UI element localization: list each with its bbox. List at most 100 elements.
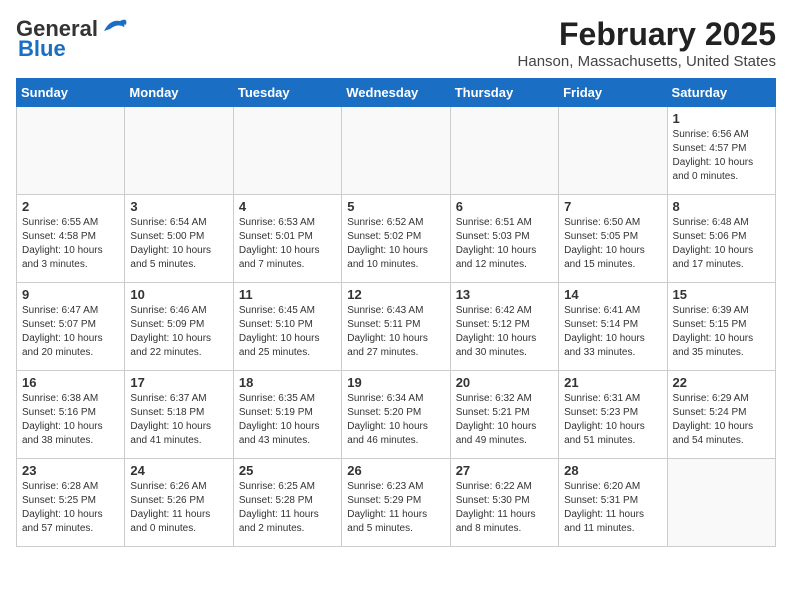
table-row: 8 Sunrise: 6:48 AM Sunset: 5:06 PM Daylig… [667, 195, 775, 283]
day-info: Sunrise: 6:32 AM Sunset: 5:21 PM Dayligh… [456, 392, 553, 448]
day-number: 21 [564, 375, 661, 390]
day-number: 5 [347, 199, 444, 214]
table-row: 4 Sunrise: 6:53 AM Sunset: 5:01 PM Daylig… [233, 195, 341, 283]
day-info: Sunrise: 6:46 AM Sunset: 5:09 PM Dayligh… [130, 304, 227, 360]
table-row: 25Sunrise: 6:25 AM Sunset: 5:28 PM Dayli… [233, 459, 341, 547]
calendar-week-row: 2 Sunrise: 6:55 AM Sunset: 4:58 PM Daylig… [17, 195, 776, 283]
calendar-week-row: 16 Sunrise: 6:38 AM Sunset: 5:16 PM Dayli… [17, 371, 776, 459]
day-number: 3 [130, 199, 227, 214]
day-number: 2 [22, 199, 119, 214]
table-row: 9Sunrise: 6:47 AM Sunset: 5:07 PM Daylig… [17, 283, 125, 371]
day-info: Sunrise: 6:51 AM Sunset: 5:03 PM Dayligh… [456, 216, 553, 272]
day-info: Sunrise: 6:53 AM Sunset: 5:01 PM Dayligh… [239, 216, 336, 272]
day-number: 23 [22, 463, 119, 478]
day-info: Sunrise: 6:43 AM Sunset: 5:11 PM Dayligh… [347, 304, 444, 360]
day-info: Sunrise: 6:22 AM Sunset: 5:30 PM Dayligh… [456, 480, 553, 536]
day-info: Sunrise: 6:41 AM Sunset: 5:14 PM Dayligh… [564, 304, 661, 360]
day-info: Sunrise: 6:50 AM Sunset: 5:05 PM Dayligh… [564, 216, 661, 272]
table-row: 11Sunrise: 6:45 AM Sunset: 5:10 PM Dayli… [233, 283, 341, 371]
day-info: Sunrise: 6:29 AM Sunset: 5:24 PM Dayligh… [673, 392, 770, 448]
table-row [342, 107, 450, 195]
table-row [559, 107, 667, 195]
day-number: 25 [239, 463, 336, 478]
day-info: Sunrise: 6:31 AM Sunset: 5:23 PM Dayligh… [564, 392, 661, 448]
table-row: 12 Sunrise: 6:43 AM Sunset: 5:11 PM Dayli… [342, 283, 450, 371]
day-info: Sunrise: 6:38 AM Sunset: 5:16 PM Dayligh… [22, 392, 119, 448]
day-info: Sunrise: 6:37 AM Sunset: 5:18 PM Dayligh… [130, 392, 227, 448]
table-row: 23 Sunrise: 6:28 AM Sunset: 5:25 PM Dayli… [17, 459, 125, 547]
day-info: Sunrise: 6:52 AM Sunset: 5:02 PM Dayligh… [347, 216, 444, 272]
table-row [233, 107, 341, 195]
table-row: 6 Sunrise: 6:51 AM Sunset: 5:03 PM Daylig… [450, 195, 558, 283]
calendar-week-row: 23 Sunrise: 6:28 AM Sunset: 5:25 PM Dayli… [17, 459, 776, 547]
calendar-table: Sunday Monday Tuesday Wednesday Thursday… [16, 78, 776, 547]
table-row: 16 Sunrise: 6:38 AM Sunset: 5:16 PM Dayli… [17, 371, 125, 459]
table-row [125, 107, 233, 195]
col-saturday: Saturday [667, 79, 775, 107]
col-tuesday: Tuesday [233, 79, 341, 107]
logo-blue: Blue [18, 36, 66, 62]
day-info: Sunrise: 6:35 AM Sunset: 5:19 PM Dayligh… [239, 392, 336, 448]
day-info: Sunrise: 6:34 AM Sunset: 5:20 PM Dayligh… [347, 392, 444, 448]
table-row: 27Sunrise: 6:22 AM Sunset: 5:30 PM Dayli… [450, 459, 558, 547]
col-wednesday: Wednesday [342, 79, 450, 107]
day-number: 6 [456, 199, 553, 214]
col-thursday: Thursday [450, 79, 558, 107]
day-info: Sunrise: 6:23 AM Sunset: 5:29 PM Dayligh… [347, 480, 444, 536]
table-row: 21 Sunrise: 6:31 AM Sunset: 5:23 PM Dayli… [559, 371, 667, 459]
table-row [450, 107, 558, 195]
day-number: 10 [130, 287, 227, 302]
page-header: General Blue February 2025 Hanson, Massa… [16, 16, 776, 70]
day-info: Sunrise: 6:20 AM Sunset: 5:31 PM Dayligh… [564, 480, 661, 536]
col-friday: Friday [559, 79, 667, 107]
day-info: Sunrise: 6:56 AM Sunset: 4:57 PM Dayligh… [673, 128, 770, 184]
day-info: Sunrise: 6:54 AM Sunset: 5:00 PM Dayligh… [130, 216, 227, 272]
day-number: 17 [130, 375, 227, 390]
table-row: 22 Sunrise: 6:29 AM Sunset: 5:24 PM Dayli… [667, 371, 775, 459]
day-info: Sunrise: 6:48 AM Sunset: 5:06 PM Dayligh… [673, 216, 770, 272]
table-row: 20Sunrise: 6:32 AM Sunset: 5:21 PM Dayli… [450, 371, 558, 459]
location-subtitle: Hanson, Massachusetts, United States [518, 53, 776, 70]
day-number: 8 [673, 199, 770, 214]
table-row [17, 107, 125, 195]
day-number: 7 [564, 199, 661, 214]
day-info: Sunrise: 6:55 AM Sunset: 4:58 PM Dayligh… [22, 216, 119, 272]
table-row: 18Sunrise: 6:35 AM Sunset: 5:19 PM Dayli… [233, 371, 341, 459]
table-row: 15Sunrise: 6:39 AM Sunset: 5:15 PM Dayli… [667, 283, 775, 371]
calendar-week-row: 9Sunrise: 6:47 AM Sunset: 5:07 PM Daylig… [17, 283, 776, 371]
day-number: 24 [130, 463, 227, 478]
day-number: 14 [564, 287, 661, 302]
table-row: 1 Sunrise: 6:56 AM Sunset: 4:57 PM Daylig… [667, 107, 775, 195]
table-row: 5 Sunrise: 6:52 AM Sunset: 5:02 PM Daylig… [342, 195, 450, 283]
table-row: 28 Sunrise: 6:20 AM Sunset: 5:31 PM Dayli… [559, 459, 667, 547]
day-number: 19 [347, 375, 444, 390]
day-number: 4 [239, 199, 336, 214]
day-number: 13 [456, 287, 553, 302]
day-info: Sunrise: 6:26 AM Sunset: 5:26 PM Dayligh… [130, 480, 227, 536]
day-number: 16 [22, 375, 119, 390]
table-row: 24 Sunrise: 6:26 AM Sunset: 5:26 PM Dayli… [125, 459, 233, 547]
table-row: 14 Sunrise: 6:41 AM Sunset: 5:14 PM Dayli… [559, 283, 667, 371]
calendar-title-block: February 2025 Hanson, Massachusetts, Uni… [518, 16, 776, 70]
day-number: 1 [673, 111, 770, 126]
calendar-week-row: 1 Sunrise: 6:56 AM Sunset: 4:57 PM Daylig… [17, 107, 776, 195]
table-row: 19 Sunrise: 6:34 AM Sunset: 5:20 PM Dayli… [342, 371, 450, 459]
table-row [667, 459, 775, 547]
table-row: 13 Sunrise: 6:42 AM Sunset: 5:12 PM Dayli… [450, 283, 558, 371]
day-number: 22 [673, 375, 770, 390]
col-sunday: Sunday [17, 79, 125, 107]
table-row: 2 Sunrise: 6:55 AM Sunset: 4:58 PM Daylig… [17, 195, 125, 283]
day-info: Sunrise: 6:28 AM Sunset: 5:25 PM Dayligh… [22, 480, 119, 536]
day-info: Sunrise: 6:42 AM Sunset: 5:12 PM Dayligh… [456, 304, 553, 360]
logo: General Blue [16, 16, 128, 62]
day-number: 11 [239, 287, 336, 302]
calendar-header-row: Sunday Monday Tuesday Wednesday Thursday… [17, 79, 776, 107]
table-row: 17 Sunrise: 6:37 AM Sunset: 5:18 PM Dayli… [125, 371, 233, 459]
day-number: 28 [564, 463, 661, 478]
day-info: Sunrise: 6:47 AM Sunset: 5:07 PM Dayligh… [22, 304, 119, 360]
day-info: Sunrise: 6:39 AM Sunset: 5:15 PM Dayligh… [673, 304, 770, 360]
table-row: 7 Sunrise: 6:50 AM Sunset: 5:05 PM Daylig… [559, 195, 667, 283]
day-number: 12 [347, 287, 444, 302]
table-row: 3 Sunrise: 6:54 AM Sunset: 5:00 PM Daylig… [125, 195, 233, 283]
logo-bird-icon [100, 17, 128, 35]
